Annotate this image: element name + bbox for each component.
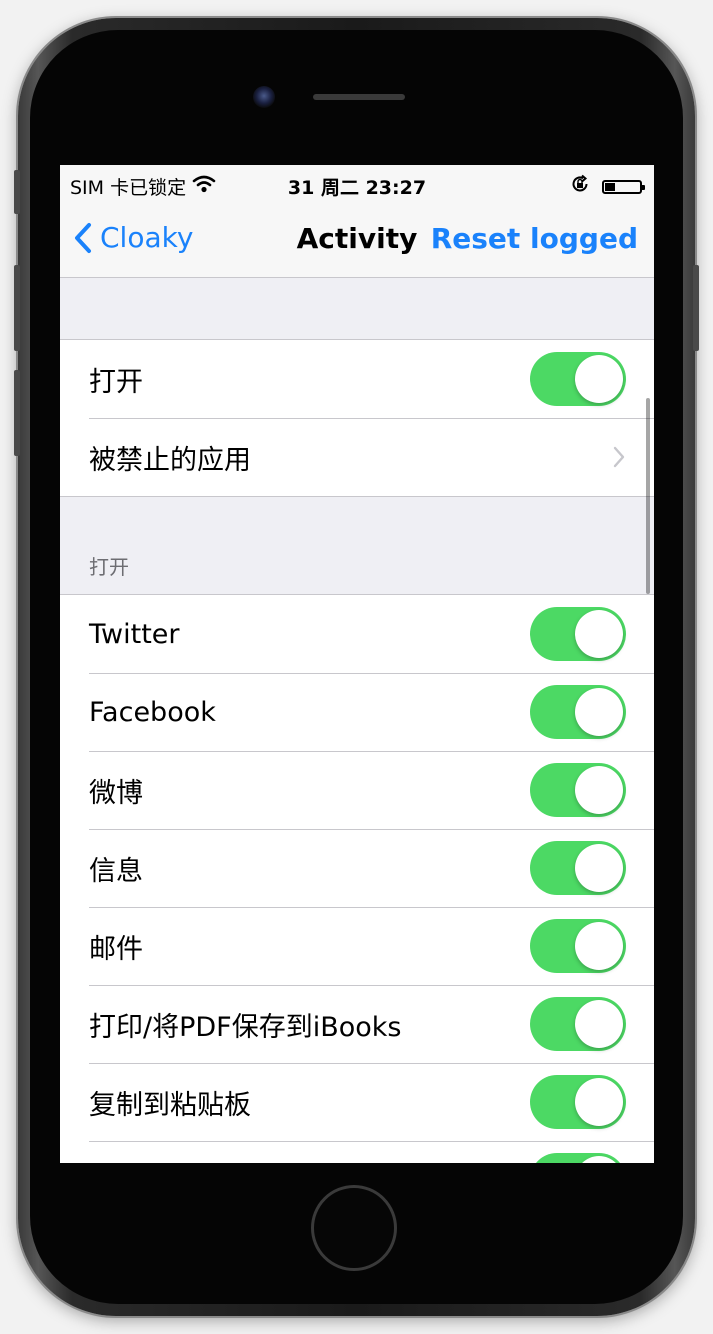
row-label: 被禁止的应用: [89, 444, 251, 476]
volume-up-button: [14, 265, 20, 351]
status-time: 31 周二 23:27: [287, 177, 427, 199]
enable-toggle[interactable]: [530, 352, 626, 406]
screen: SIM 卡已锁定 31 周二 23:27 Cloaky Activity Res…: [60, 165, 654, 1163]
toggle-switch[interactable]: [530, 919, 626, 973]
toggle-switch[interactable]: [530, 763, 626, 817]
battery-level: [605, 182, 615, 191]
toggle-row[interactable]: Facebook: [60, 673, 654, 751]
reset-logged-button[interactable]: Reset logged: [431, 222, 638, 255]
toggle-knob: [575, 1000, 623, 1048]
settings-group-activities: Twitter Facebook 微博 信息 邮件 打印/将PDF保存到iBoo…: [60, 595, 654, 1163]
top-spacer: [60, 278, 654, 340]
toggle-switch[interactable]: [530, 1153, 626, 1163]
mute-switch: [14, 170, 20, 214]
toggle-switch[interactable]: [530, 607, 626, 661]
toggle-row[interactable]: 信息: [60, 829, 654, 907]
toggle-row[interactable]: [60, 1141, 654, 1163]
home-button[interactable]: [311, 1185, 397, 1271]
toggle-switch[interactable]: [530, 1075, 626, 1129]
speaker-grille: [313, 94, 405, 100]
toggle-knob: [575, 1156, 623, 1163]
scrollbar[interactable]: [646, 398, 650, 594]
volume-down-button: [14, 370, 20, 456]
toggle-knob: [575, 922, 623, 970]
toggle-knob: [575, 355, 623, 403]
toggle-knob: [575, 1078, 623, 1126]
toggle-switch[interactable]: [530, 997, 626, 1051]
toggle-row[interactable]: 复制到粘贴板: [60, 1063, 654, 1141]
camera-icon: [253, 86, 275, 108]
status-right: [570, 174, 645, 199]
settings-group-main: 打开 被禁止的应用: [60, 340, 654, 497]
toggle-row[interactable]: 邮件: [60, 907, 654, 985]
chevron-left-icon: [75, 222, 91, 253]
chevron-right-icon: [613, 446, 625, 468]
toggle-knob: [575, 688, 623, 736]
toggle-switch[interactable]: [530, 685, 626, 739]
status-bar: SIM 卡已锁定 31 周二 23:27: [60, 165, 654, 205]
back-button[interactable]: Cloaky: [74, 221, 193, 254]
section-header: 打开: [89, 555, 129, 579]
toggle-knob: [575, 610, 623, 658]
toggle-row[interactable]: Twitter: [60, 595, 654, 673]
toggle-row[interactable]: 微博: [60, 751, 654, 829]
battery-icon: [602, 179, 645, 194]
rotation-lock-icon: [570, 174, 590, 199]
section-gap: 打开: [60, 497, 654, 595]
back-button-label: Cloaky: [100, 221, 194, 254]
navigation-bar: Cloaky Activity Reset logged: [60, 205, 654, 278]
toggle-row[interactable]: 打印/将PDF保存到iBooks: [60, 985, 654, 1063]
settings-list[interactable]: 打开 被禁止的应用 打开 Twitter Facebook 微博 信息 邮件 打…: [60, 278, 654, 1163]
toggle-knob: [575, 844, 623, 892]
toggle-switch[interactable]: [530, 841, 626, 895]
enable-row[interactable]: 打开: [60, 340, 654, 418]
blocked-apps-row[interactable]: 被禁止的应用: [60, 418, 654, 496]
toggle-knob: [575, 766, 623, 814]
power-button: [693, 265, 699, 351]
